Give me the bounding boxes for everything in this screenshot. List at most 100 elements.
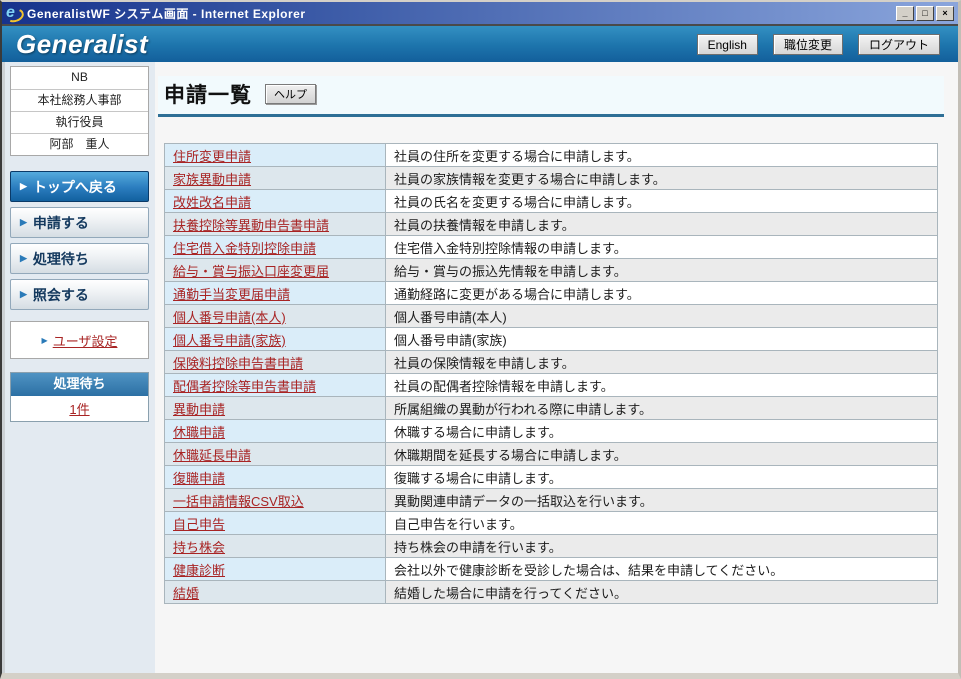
table-row: 配偶者控除等申告書申請 社員の配偶者控除情報を申請します。: [164, 373, 938, 397]
application-link[interactable]: 休職延長申請: [173, 448, 251, 463]
application-link[interactable]: 扶養控除等異動申告書申請: [173, 218, 329, 233]
application-name-cell: 給与・賞与振込口座変更届: [164, 258, 386, 282]
main-panel: 申請一覧 ヘルプ 住所変更申請 社員の住所を変更する場合に申請します。 家族異動…: [155, 62, 958, 673]
application-link[interactable]: 自己申告: [173, 517, 225, 532]
application-description-cell: 社員の氏名を変更する場合に申請します。: [385, 189, 938, 213]
table-row: 扶養控除等異動申告書申請 社員の扶養情報を申請します。: [164, 212, 938, 236]
application-link[interactable]: 住宅借入金特別控除申請: [173, 241, 316, 256]
triangle-icon: ▶: [20, 289, 27, 299]
sidebar-nav-item[interactable]: ▶ 照会する: [10, 279, 149, 310]
triangle-icon: ▶: [41, 335, 48, 345]
application-link[interactable]: 休職申請: [173, 425, 225, 440]
application-name-cell: 住宅借入金特別控除申請: [164, 235, 386, 259]
application-link[interactable]: 通勤手当変更届申請: [173, 287, 290, 302]
sidebar-nav-label: 申請する: [32, 214, 89, 231]
triangle-icon: ▶: [20, 253, 27, 263]
sidebar-nav-label: 照会する: [32, 286, 89, 303]
triangle-icon: ▶: [20, 181, 27, 191]
application-description-cell: 住宅借入金特別控除情報の申請します。: [385, 235, 938, 259]
application-table: 住所変更申請 社員の住所を変更する場合に申請します。 家族異動申請 社員の家族情…: [164, 143, 938, 604]
application-name-cell: 一括申請情報CSV取込: [164, 488, 386, 512]
application-name-cell: 扶養控除等異動申告書申請: [164, 212, 386, 236]
application-description-cell: 所属組織の異動が行われる際に申請します。: [385, 396, 938, 420]
application-name-cell: 異動申請: [164, 396, 386, 420]
application-name-cell: 休職延長申請: [164, 442, 386, 466]
table-row: 持ち株会 持ち株会の申請を行います。: [164, 534, 938, 558]
application-description-cell: 復職する場合に申請します。: [385, 465, 938, 489]
table-row: 住宅借入金特別控除申請 住宅借入金特別控除情報の申請します。: [164, 235, 938, 259]
application-link[interactable]: 保険料控除申告書申請: [173, 356, 303, 371]
application-link[interactable]: 個人番号申請(本人): [173, 310, 286, 325]
application-link[interactable]: 改姓改名申請: [173, 195, 251, 210]
table-row: 家族異動申請 社員の家族情報を変更する場合に申請します。: [164, 166, 938, 190]
header-button[interactable]: ログアウト: [857, 33, 940, 55]
application-name-cell: 復職申請: [164, 465, 386, 489]
header-buttons: English 職位変更 ログアウト: [682, 33, 940, 55]
application-name-cell: 家族異動申請: [164, 166, 386, 190]
user-settings-link[interactable]: ユーザ設定: [53, 331, 118, 350]
sidebar-nav-item[interactable]: ▶ 処理待ち: [10, 243, 149, 274]
application-name-cell: 住所変更申請: [164, 143, 386, 167]
application-name-cell: 健康診断: [164, 557, 386, 581]
sidebar-nav-label: トップへ戻る: [32, 178, 117, 195]
maximize-button[interactable]: □: [916, 5, 934, 21]
application-link[interactable]: 給与・賞与振込口座変更届: [173, 264, 329, 279]
user-info-row: NB: [71, 70, 88, 84]
application-link[interactable]: 異動申請: [173, 402, 225, 417]
application-link[interactable]: 結婚: [173, 586, 199, 601]
application-link[interactable]: 家族異動申請: [173, 172, 251, 187]
table-row: 結婚 結婚した場合に申請を行ってください。: [164, 580, 938, 604]
application-description-cell: 社員の配偶者控除情報を申請します。: [385, 373, 938, 397]
help-button[interactable]: ヘルプ: [265, 84, 316, 104]
application-description-cell: 個人番号申請(家族): [385, 327, 938, 351]
header-button[interactable]: English: [696, 33, 758, 55]
application-link[interactable]: 住所変更申請: [173, 149, 251, 164]
triangle-icon: ▶: [20, 217, 27, 227]
generalist-logo: Generalist: [16, 28, 149, 59]
window-titlebar: e GeneralistWF システム画面 - Internet Explore…: [2, 2, 958, 24]
pending-count-link[interactable]: 1件: [69, 399, 89, 418]
user-info-row: 執行役員: [11, 111, 148, 133]
table-row: 改姓改名申請 社員の氏名を変更する場合に申請します。: [164, 189, 938, 213]
application-description-cell: 休職する場合に申請します。: [385, 419, 938, 443]
minimize-button[interactable]: _: [896, 5, 914, 21]
application-description-cell: 社員の家族情報を変更する場合に申請します。: [385, 166, 938, 190]
table-row: 保険料控除申告書申請 社員の保険情報を申請します。: [164, 350, 938, 374]
internet-explorer-icon: e: [6, 4, 23, 22]
application-name-cell: 通勤手当変更届申請: [164, 281, 386, 305]
application-link[interactable]: 持ち株会: [173, 540, 225, 555]
table-row: 個人番号申請(家族) 個人番号申請(家族): [164, 327, 938, 351]
application-description-cell: 異動関連申請データの一括取込を行います。: [385, 488, 938, 512]
content-area: NB 本社総務人事部 執行役員 阿部 重人 ▶ トップへ戻る ▶ 申請する ▶ …: [2, 62, 958, 673]
application-link[interactable]: 復職申請: [173, 471, 225, 486]
application-description-cell: 結婚した場合に申請を行ってください。: [385, 580, 938, 604]
sidebar-nav: ▶ トップへ戻る ▶ 申請する ▶ 処理待ち ▶ 照会する: [10, 171, 149, 310]
application-name-cell: 改姓改名申請: [164, 189, 386, 213]
application-link[interactable]: 個人番号申請(家族): [173, 333, 286, 348]
application-description-cell: 持ち株会の申請を行います。: [385, 534, 938, 558]
sidebar-nav-item[interactable]: ▶ 申請する: [10, 207, 149, 238]
application-link[interactable]: 配偶者控除等申告書申請: [173, 379, 316, 394]
application-link[interactable]: 健康診断: [173, 563, 225, 578]
sidebar-nav-item[interactable]: ▶ トップへ戻る: [10, 171, 149, 202]
header-button[interactable]: 職位変更: [772, 33, 843, 55]
table-row: 給与・賞与振込口座変更届 給与・賞与の振込先情報を申請します。: [164, 258, 938, 282]
user-info-row: 本社総務人事部: [11, 89, 148, 111]
application-name-cell: 自己申告: [164, 511, 386, 535]
window-title: GeneralistWF システム画面 - Internet Explorer: [27, 6, 306, 21]
sidebar-nav-label: 処理待ち: [32, 250, 89, 267]
user-info-box: NB 本社総務人事部 執行役員 阿部 重人: [10, 66, 149, 156]
table-row: 一括申請情報CSV取込 異動関連申請データの一括取込を行います。: [164, 488, 938, 512]
user-info-row: 阿部 重人: [11, 133, 148, 155]
application-description-cell: 個人番号申請(本人): [385, 304, 938, 328]
application-description-cell: 社員の保険情報を申請します。: [385, 350, 938, 374]
table-row: 休職申請 休職する場合に申請します。: [164, 419, 938, 443]
table-row: 休職延長申請 休職期間を延長する場合に申請します。: [164, 442, 938, 466]
close-button[interactable]: ×: [936, 5, 954, 21]
application-description-cell: 給与・賞与の振込先情報を申請します。: [385, 258, 938, 282]
application-name-cell: 保険料控除申告書申請: [164, 350, 386, 374]
application-name-cell: 配偶者控除等申告書申請: [164, 373, 386, 397]
application-description-cell: 社員の扶養情報を申請します。: [385, 212, 938, 236]
application-link[interactable]: 一括申請情報CSV取込: [173, 494, 304, 509]
application-description-cell: 休職期間を延長する場合に申請します。: [385, 442, 938, 466]
